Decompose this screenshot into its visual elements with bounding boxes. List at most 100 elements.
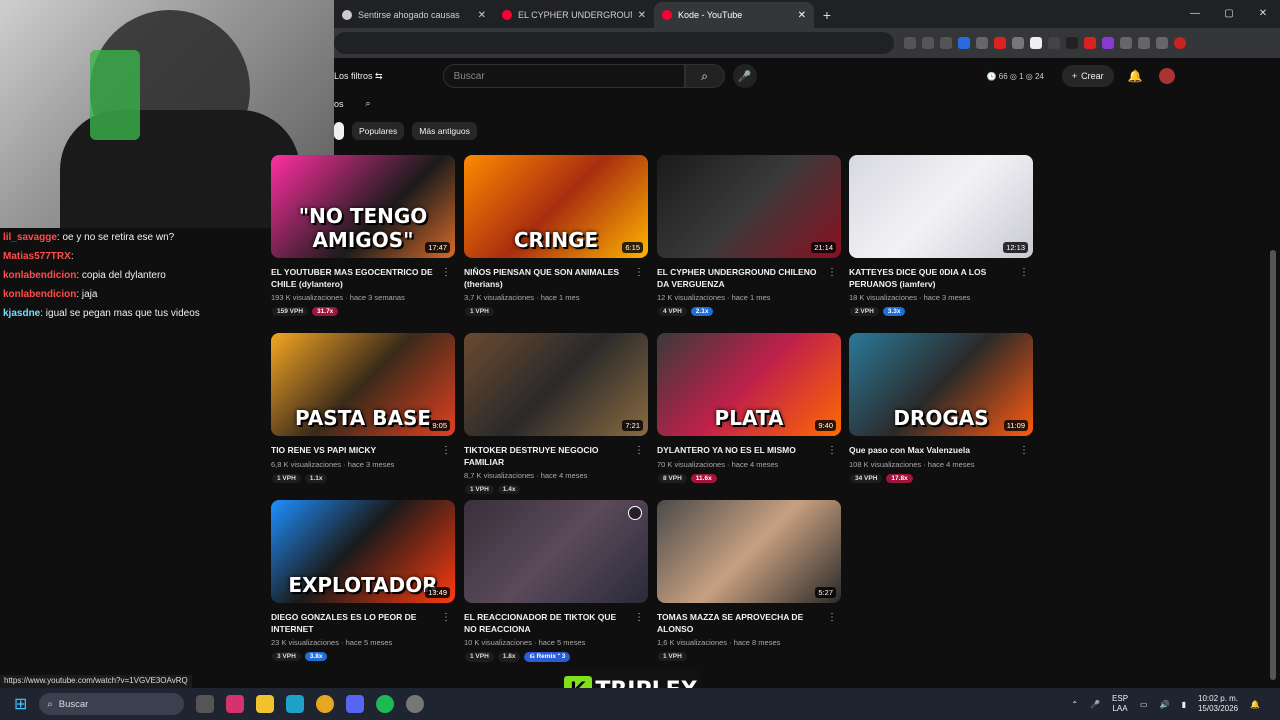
- video-thumbnail[interactable]: 7:21: [464, 333, 648, 436]
- video-card[interactable]: 5:27 TOMAS MAZZA SE APROVECHA DE ALONSO …: [657, 500, 841, 661]
- extension-icon[interactable]: [1102, 37, 1114, 49]
- taskbar-search[interactable]: ⌕ Buscar: [39, 693, 185, 715]
- video-title[interactable]: TOMAS MAZZA SE APROVECHA DE ALONSO: [657, 612, 822, 635]
- instagram-icon[interactable]: [226, 695, 245, 713]
- more-options-icon[interactable]: ⋮: [634, 612, 644, 623]
- video-thumbnail[interactable]: 12:13: [849, 155, 1033, 258]
- spotify-icon[interactable]: [376, 695, 395, 713]
- video-title[interactable]: TIO RENE VS PAPI MICKY: [271, 445, 436, 457]
- task-view-icon[interactable]: [196, 695, 215, 713]
- close-icon[interactable]: ✕: [798, 10, 806, 21]
- cast-icon[interactable]: [922, 37, 934, 49]
- omnibox[interactable]: [334, 32, 894, 54]
- tab-videos[interactable]: os: [334, 99, 344, 109]
- network-icon[interactable]: ▭: [1140, 700, 1148, 709]
- profile-icon[interactable]: [1174, 37, 1186, 49]
- discord-icon[interactable]: [346, 695, 365, 713]
- more-options-icon[interactable]: ⋮: [634, 445, 644, 456]
- watch-later-icon[interactable]: [628, 506, 642, 520]
- video-thumbnail[interactable]: PLATA 9:40: [657, 333, 841, 436]
- tab-1[interactable]: Sentirse ahogado causas ✕: [334, 2, 494, 28]
- minimize-button[interactable]: —: [1178, 0, 1212, 28]
- extension-icon[interactable]: [1084, 37, 1096, 49]
- video-title[interactable]: TIKTOKER DESTRUYE NEGOCIO FAMILIAR: [464, 445, 629, 468]
- chevron-up-icon[interactable]: ⌃: [1071, 700, 1078, 709]
- windows-start-icon[interactable]: ⊞: [14, 694, 27, 714]
- more-options-icon[interactable]: ⋮: [827, 445, 837, 456]
- video-title[interactable]: KATTEYES DICE QUE 0DIA A LOS PERUANOS (i…: [849, 267, 1014, 290]
- video-thumbnail[interactable]: EXPLOTADOR 13:49: [271, 500, 455, 603]
- clock[interactable]: 10:02 p. m. 15/03/2026: [1198, 694, 1238, 714]
- more-options-icon[interactable]: ⋮: [441, 445, 451, 456]
- app-icon[interactable]: [406, 695, 425, 713]
- video-card[interactable]: 12:13 KATTEYES DICE QUE 0DIA A LOS PERUA…: [849, 155, 1033, 316]
- search-icon[interactable]: ⌕: [684, 64, 725, 88]
- extension-icon[interactable]: [958, 37, 970, 49]
- video-card[interactable]: 21:14 EL CYPHER UNDERGROUND CHILENO DA V…: [657, 155, 841, 316]
- extension-icon[interactable]: [1048, 37, 1060, 49]
- video-thumbnail[interactable]: 21:14: [657, 155, 841, 258]
- more-options-icon[interactable]: ⋮: [1019, 267, 1029, 278]
- video-thumbnail[interactable]: [464, 500, 648, 603]
- zoom-icon[interactable]: [904, 37, 916, 49]
- close-icon[interactable]: ✕: [638, 10, 646, 21]
- more-options-icon[interactable]: ⋮: [441, 267, 451, 278]
- scrollbar[interactable]: [1270, 250, 1276, 680]
- video-card[interactable]: 7:21 TIKTOKER DESTRUYE NEGOCIO FAMILIAR …: [464, 333, 648, 494]
- avatar[interactable]: [1158, 68, 1175, 84]
- video-card[interactable]: EXPLOTADOR 13:49 DIEGO GONZALES ES LO PE…: [271, 500, 455, 661]
- maximize-button[interactable]: ▢: [1212, 0, 1246, 28]
- video-title[interactable]: DIEGO GONZALES ES LO PEOR DE INTERNET: [271, 612, 436, 635]
- puzzle-icon[interactable]: [1120, 37, 1132, 49]
- more-options-icon[interactable]: ⋮: [827, 267, 837, 278]
- video-thumbnail[interactable]: 5:27: [657, 500, 841, 603]
- extension-icon[interactable]: [994, 37, 1006, 49]
- extension-icon[interactable]: [1012, 37, 1024, 49]
- video-card[interactable]: EL REACCIONADOR DE TIKTOK QUE NO REACCIO…: [464, 500, 648, 662]
- video-card[interactable]: CRINGE 6:15 NIÑOS PIENSAN QUE SON ANIMAL…: [464, 155, 648, 316]
- download-icon[interactable]: [1138, 37, 1150, 49]
- tab-2[interactable]: EL CYPHER UNDERGROUND CH ✕: [494, 2, 654, 28]
- mic-icon[interactable]: 🎤: [732, 64, 757, 88]
- video-title[interactable]: NIÑOS PIENSAN QUE SON ANIMALES (therians…: [464, 267, 629, 290]
- more-options-icon[interactable]: ⋮: [827, 612, 837, 623]
- bell-icon[interactable]: 🔔: [1128, 69, 1143, 83]
- menu-icon[interactable]: [1156, 37, 1168, 49]
- extension-icon[interactable]: [1030, 37, 1042, 49]
- video-card[interactable]: PLATA 9:40 DYLANTERO YA NO ES EL MISMO ⋮…: [657, 333, 841, 483]
- battery-icon[interactable]: ▮: [1182, 700, 1186, 709]
- video-card[interactable]: DROGAS 11:09 Que paso con Max Valenzuela…: [849, 333, 1033, 483]
- close-window-button[interactable]: ✕: [1246, 0, 1280, 28]
- new-tab-button[interactable]: +: [814, 2, 840, 28]
- video-title[interactable]: Que paso con Max Valenzuela: [849, 445, 1014, 457]
- video-thumbnail[interactable]: "NO TENGO AMIGOS" 17:47: [271, 155, 455, 258]
- language-indicator[interactable]: ESP LAA: [1112, 694, 1128, 714]
- tab-3[interactable]: Kode - YouTube ✕: [654, 2, 814, 28]
- filters-button[interactable]: Los filtros ⇆: [334, 71, 383, 82]
- video-card[interactable]: "NO TENGO AMIGOS" 17:47 EL YOUTUBER MAS …: [271, 155, 455, 316]
- edge-icon[interactable]: [286, 695, 305, 713]
- more-options-icon[interactable]: ⋮: [1019, 445, 1029, 456]
- file-explorer-icon[interactable]: [256, 695, 275, 713]
- chip-oldest[interactable]: Más antiguos: [412, 122, 477, 140]
- channel-search-icon[interactable]: ⌕: [366, 98, 371, 109]
- video-thumbnail[interactable]: CRINGE 6:15: [464, 155, 648, 258]
- bookmark-star-icon[interactable]: [940, 37, 952, 49]
- video-title[interactable]: EL REACCIONADOR DE TIKTOK QUE NO REACCIO…: [464, 612, 629, 635]
- chip-popular[interactable]: Populares: [352, 122, 405, 140]
- search-input[interactable]: Buscar: [442, 64, 685, 88]
- extension-icon[interactable]: [1066, 37, 1078, 49]
- create-button[interactable]: + Crear: [1061, 65, 1114, 87]
- chrome-icon[interactable]: [316, 695, 335, 713]
- video-thumbnail[interactable]: DROGAS 11:09: [849, 333, 1033, 436]
- video-card[interactable]: PASTA BASE 9:05 TIO RENE VS PAPI MICKY ⋮…: [271, 333, 455, 483]
- extension-icon[interactable]: [976, 37, 988, 49]
- chip-recent[interactable]: [334, 122, 344, 140]
- video-title[interactable]: EL YOUTUBER MAS EGOCENTRICO DE CHILE (dy…: [271, 267, 436, 290]
- close-icon[interactable]: ✕: [478, 10, 486, 21]
- video-title[interactable]: DYLANTERO YA NO ES EL MISMO: [657, 445, 822, 457]
- mic-tray-icon[interactable]: 🎤: [1090, 700, 1100, 709]
- video-title[interactable]: EL CYPHER UNDERGROUND CHILENO DA VERGUEN…: [657, 267, 822, 290]
- notification-icon[interactable]: 🔔: [1250, 700, 1260, 709]
- more-options-icon[interactable]: ⋮: [441, 612, 451, 623]
